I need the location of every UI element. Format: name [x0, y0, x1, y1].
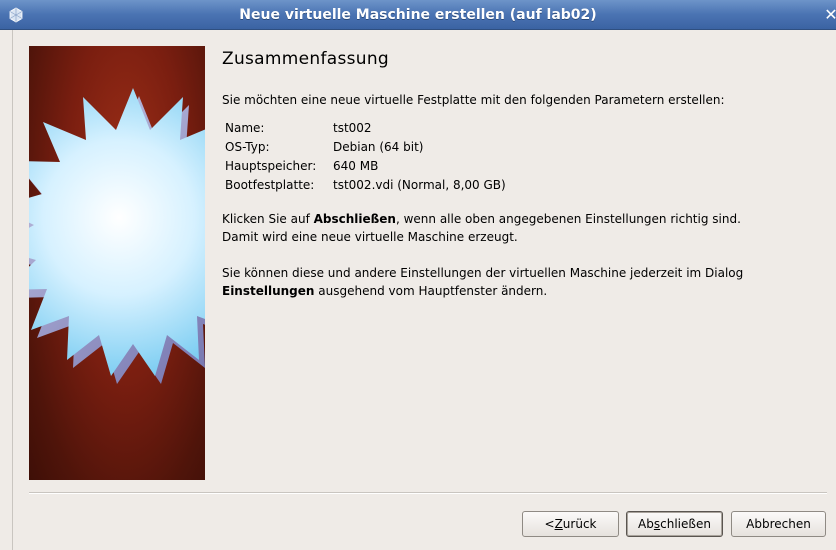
wizard-window: Neue virtuelle Maschine erstellen (auf l…: [0, 0, 836, 550]
window-title: Neue virtuelle Maschine erstellen (auf l…: [239, 7, 597, 23]
button-separator: [29, 492, 827, 494]
settings-bold: Einstellungen: [222, 284, 315, 298]
wizard-side-image: [29, 46, 205, 480]
param-key: Name:: [225, 121, 265, 135]
starburst-icon: [29, 88, 205, 384]
intro-text: Sie möchten eine neue virtuelle Festplat…: [222, 93, 725, 107]
back-label-post: urück: [562, 517, 597, 531]
settings-post: ausgehend vom Hauptfenster ändern.: [314, 284, 548, 298]
param-key: Bootfestplatte:: [225, 178, 315, 192]
param-value: Debian (64 bit): [333, 140, 424, 154]
instruction-line2: Damit wird eine neue virtuelle Maschine …: [222, 230, 518, 244]
finish-instruction-text: Klicken Sie auf Abschließen, wenn alle o…: [222, 210, 822, 246]
param-row-memory: Hauptspeicher: 640 MB: [225, 157, 506, 176]
instruction-bold: Abschließen: [313, 212, 396, 226]
finish-label-pre: Ab: [638, 517, 654, 531]
finish-button[interactable]: Ab s chließen: [626, 511, 723, 537]
instruction-post: , wenn alle oben angegebenen Einstellung…: [395, 212, 741, 226]
param-value: tst002.vdi (Normal, 8,00 GB): [333, 178, 506, 192]
back-button[interactable]: < Zurück: [522, 511, 619, 537]
param-key: OS-Typ:: [225, 140, 270, 154]
title-bar[interactable]: Neue virtuelle Maschine erstellen (auf l…: [0, 0, 836, 30]
back-label-pre: <: [544, 517, 555, 531]
instruction-pre: Klicken Sie auf: [222, 212, 314, 226]
back-label-mnemonic: Z: [554, 517, 563, 531]
close-icon[interactable]: ✕: [822, 6, 836, 24]
parameter-list: Name: tst002 OS-Typ: Debian (64 bit) Hau…: [225, 119, 506, 195]
cancel-button[interactable]: Abbrechen: [731, 511, 826, 537]
finish-label-post: chließen: [660, 517, 711, 531]
page-title: Zusammenfassung: [222, 49, 390, 69]
param-key: Hauptspeicher:: [225, 159, 317, 173]
param-value: tst002: [333, 121, 372, 135]
settings-line1: Sie können diese und andere Einstellunge…: [222, 266, 744, 280]
param-row-boot-disk: Bootfestplatte: tst002.vdi (Normal, 8,00…: [225, 176, 506, 195]
param-value: 640 MB: [333, 159, 379, 173]
window-left-border: [0, 30, 13, 550]
param-row-os-type: OS-Typ: Debian (64 bit): [225, 138, 506, 157]
settings-hint-text: Sie können diese und andere Einstellunge…: [222, 264, 822, 300]
param-row-name: Name: tst002: [225, 119, 506, 138]
